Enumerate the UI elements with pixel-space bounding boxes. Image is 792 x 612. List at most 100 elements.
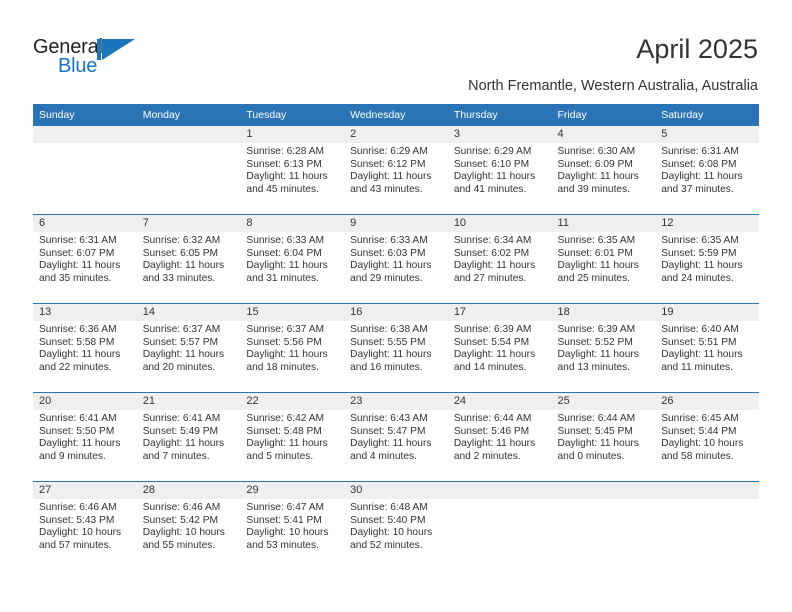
day-cell[interactable]: 15 Sunrise: 6:37 AM Sunset: 5:56 PM Dayligh… <box>240 303 345 393</box>
general-blue-logo[interactable]: General Blue <box>33 36 163 82</box>
sunrise-text: Sunrise: 6:29 AM <box>453 146 532 157</box>
logo-triangle-icon <box>97 39 135 60</box>
sunrise-text: Sunrise: 6:31 AM <box>39 235 117 246</box>
day-cell[interactable] <box>655 481 759 570</box>
day-number: 20 <box>33 393 137 410</box>
calendar-week-row: 20 Sunrise: 6:41 AM Sunset: 5:50 PM Dayligh… <box>33 392 759 482</box>
day-cell[interactable]: 10 Sunrise: 6:34 AM Sunset: 6:02 PM Dayligh… <box>447 214 552 304</box>
sunset-text: Sunset: 5:59 PM <box>661 247 737 259</box>
day-cell[interactable]: 11 Sunrise: 6:35 AM Sunset: 6:01 PM Dayligh… <box>551 214 656 304</box>
sunset-text: Sunset: 6:02 PM <box>453 247 530 259</box>
sunrise-text: Sunrise: 6:38 AM <box>350 324 428 335</box>
daylight-text-line1: Daylight: 11 hours <box>350 260 432 272</box>
sunset-text: Sunset: 5:54 PM <box>453 336 530 348</box>
logo-text-blue: Blue <box>58 55 98 77</box>
sunset-text: Sunset: 5:56 PM <box>246 336 322 348</box>
day-cell[interactable] <box>33 126 137 215</box>
sunrise-text: Sunrise: 6:47 AM <box>246 502 324 513</box>
day-cell[interactable]: 7 Sunrise: 6:32 AM Sunset: 6:05 PM Daylight… <box>136 214 241 304</box>
day-cell[interactable] <box>551 481 656 570</box>
daylight-text-line2: and 45 minutes. <box>246 183 319 195</box>
day-number: 24 <box>447 393 552 410</box>
calendar-page: General Blue April 2025 North Fremantle,… <box>0 0 792 612</box>
day-cell[interactable]: 17 Sunrise: 6:39 AM Sunset: 5:54 PM Dayligh… <box>447 303 552 393</box>
day-cell[interactable]: 22 Sunrise: 6:42 AM Sunset: 5:48 PM Dayligh… <box>240 392 345 482</box>
day-number: 26 <box>655 393 759 410</box>
sunset-text: Sunset: 6:04 PM <box>246 247 322 259</box>
day-cell[interactable]: 5 Sunrise: 6:31 AM Sunset: 6:08 PM Daylight… <box>655 126 759 215</box>
day-cell[interactable]: 26 Sunrise: 6:45 AM Sunset: 5:44 PM Dayligh… <box>655 392 759 482</box>
day-cell[interactable]: 4 Sunrise: 6:30 AM Sunset: 6:09 PM Daylight… <box>551 126 656 215</box>
logo-triangle-shape <box>102 39 135 60</box>
day-number: 4 <box>551 126 656 143</box>
day-number: 3 <box>447 126 552 143</box>
sunrise-text: Sunrise: 6:42 AM <box>246 413 324 424</box>
logo-bar-shape <box>97 39 101 60</box>
day-cell[interactable]: 24 Sunrise: 6:44 AM Sunset: 5:46 PM Dayligh… <box>447 392 552 482</box>
day-cell[interactable]: 14 Sunrise: 6:37 AM Sunset: 5:57 PM Dayligh… <box>136 303 241 393</box>
day-cell[interactable]: 28 Sunrise: 6:46 AM Sunset: 5:42 PM Dayligh… <box>136 481 241 570</box>
day-number: 22 <box>240 393 345 410</box>
day-cell[interactable]: 27 Sunrise: 6:46 AM Sunset: 5:43 PM Dayligh… <box>33 481 137 570</box>
daylight-text-line2: and 53 minutes. <box>246 539 319 551</box>
day-number: 18 <box>551 304 656 321</box>
day-number: 15 <box>240 304 345 321</box>
sunrise-text: Sunrise: 6:33 AM <box>350 235 428 246</box>
sunrise-text: Sunrise: 6:44 AM <box>557 413 636 424</box>
sunset-text: Sunset: 5:44 PM <box>661 425 737 437</box>
daylight-text-line1: Daylight: 11 hours <box>246 438 328 450</box>
day-cell[interactable]: 9 Sunrise: 6:33 AM Sunset: 6:03 PM Daylight… <box>344 214 448 304</box>
day-cell[interactable] <box>136 126 241 215</box>
daylight-text-line2: and 14 minutes. <box>453 361 527 373</box>
daylight-text-line2: and 4 minutes. <box>350 450 417 462</box>
daylight-text-line1: Daylight: 11 hours <box>453 260 536 272</box>
day-cell[interactable]: 20 Sunrise: 6:41 AM Sunset: 5:50 PM Dayligh… <box>33 392 137 482</box>
sunrise-text: Sunrise: 6:39 AM <box>557 324 636 335</box>
sunrise-text: Sunrise: 6:41 AM <box>39 413 117 424</box>
day-cell[interactable]: 18 Sunrise: 6:39 AM Sunset: 5:52 PM Dayligh… <box>551 303 656 393</box>
daylight-text-line1: Daylight: 11 hours <box>661 260 743 272</box>
day-cell[interactable]: 6 Sunrise: 6:31 AM Sunset: 6:07 PM Daylight… <box>33 214 137 304</box>
day-cell[interactable]: 25 Sunrise: 6:44 AM Sunset: 5:45 PM Dayligh… <box>551 392 656 482</box>
weekday-header-thursday: Thursday <box>447 104 552 126</box>
day-cell[interactable]: 19 Sunrise: 6:40 AM Sunset: 5:51 PM Dayligh… <box>655 303 759 393</box>
daylight-text-line2: and 22 minutes. <box>39 361 112 373</box>
day-cell[interactable]: 23 Sunrise: 6:43 AM Sunset: 5:47 PM Dayligh… <box>344 392 448 482</box>
page-subtitle: North Fremantle, Western Australia, Aust… <box>468 78 758 94</box>
calendar-week-row: 13 Sunrise: 6:36 AM Sunset: 5:58 PM Dayligh… <box>33 303 759 393</box>
day-cell[interactable]: 3 Sunrise: 6:29 AM Sunset: 6:10 PM Daylight… <box>447 126 552 215</box>
day-cell[interactable]: 13 Sunrise: 6:36 AM Sunset: 5:58 PM Dayligh… <box>33 303 137 393</box>
day-cell[interactable] <box>447 481 552 570</box>
sunset-text: Sunset: 5:51 PM <box>661 336 737 348</box>
daylight-text-line1: Daylight: 11 hours <box>246 349 328 361</box>
day-cell[interactable]: 12 Sunrise: 6:35 AM Sunset: 5:59 PM Dayligh… <box>655 214 759 304</box>
day-cell[interactable]: 30 Sunrise: 6:48 AM Sunset: 5:40 PM Dayligh… <box>344 481 448 570</box>
daylight-text-line2: and 16 minutes. <box>350 361 423 373</box>
sunrise-text: Sunrise: 6:33 AM <box>246 235 324 246</box>
sunset-text: Sunset: 5:48 PM <box>246 425 322 437</box>
day-number: 12 <box>655 215 759 232</box>
day-cell[interactable]: 29 Sunrise: 6:47 AM Sunset: 5:41 PM Dayligh… <box>240 481 345 570</box>
day-cell[interactable]: 2 Sunrise: 6:29 AM Sunset: 6:12 PM Daylight… <box>344 126 448 215</box>
daylight-text-line2: and 52 minutes. <box>350 539 423 551</box>
weekday-header-friday: Friday <box>551 104 656 126</box>
day-cell[interactable]: 8 Sunrise: 6:33 AM Sunset: 6:04 PM Daylight… <box>240 214 345 304</box>
day-cell[interactable]: 21 Sunrise: 6:41 AM Sunset: 5:49 PM Dayligh… <box>136 392 241 482</box>
sunrise-text: Sunrise: 6:41 AM <box>142 413 221 424</box>
calendar-header-row: Sunday Monday Tuesday Wednesday Thursday… <box>33 104 759 126</box>
day-cell[interactable]: 1 Sunrise: 6:28 AM Sunset: 6:13 PM Daylight… <box>240 126 345 215</box>
daylight-text-line1: Daylight: 10 hours <box>661 438 744 450</box>
sunrise-text: Sunrise: 6:40 AM <box>661 324 739 335</box>
daylight-text-line1: Daylight: 11 hours <box>246 260 328 272</box>
day-number <box>447 482 552 499</box>
day-cell[interactable]: 16 Sunrise: 6:38 AM Sunset: 5:55 PM Dayligh… <box>344 303 448 393</box>
sunrise-text: Sunrise: 6:34 AM <box>453 235 532 246</box>
daylight-text-line2: and 11 minutes. <box>661 361 733 373</box>
sunset-text: Sunset: 5:46 PM <box>453 425 530 437</box>
daylight-text-line2: and 33 minutes. <box>142 272 216 284</box>
day-number: 5 <box>655 126 759 143</box>
sunset-text: Sunset: 6:13 PM <box>246 158 322 170</box>
daylight-text-line2: and 2 minutes. <box>453 450 521 462</box>
sunset-text: Sunset: 5:52 PM <box>557 336 633 348</box>
day-number: 2 <box>344 126 448 143</box>
